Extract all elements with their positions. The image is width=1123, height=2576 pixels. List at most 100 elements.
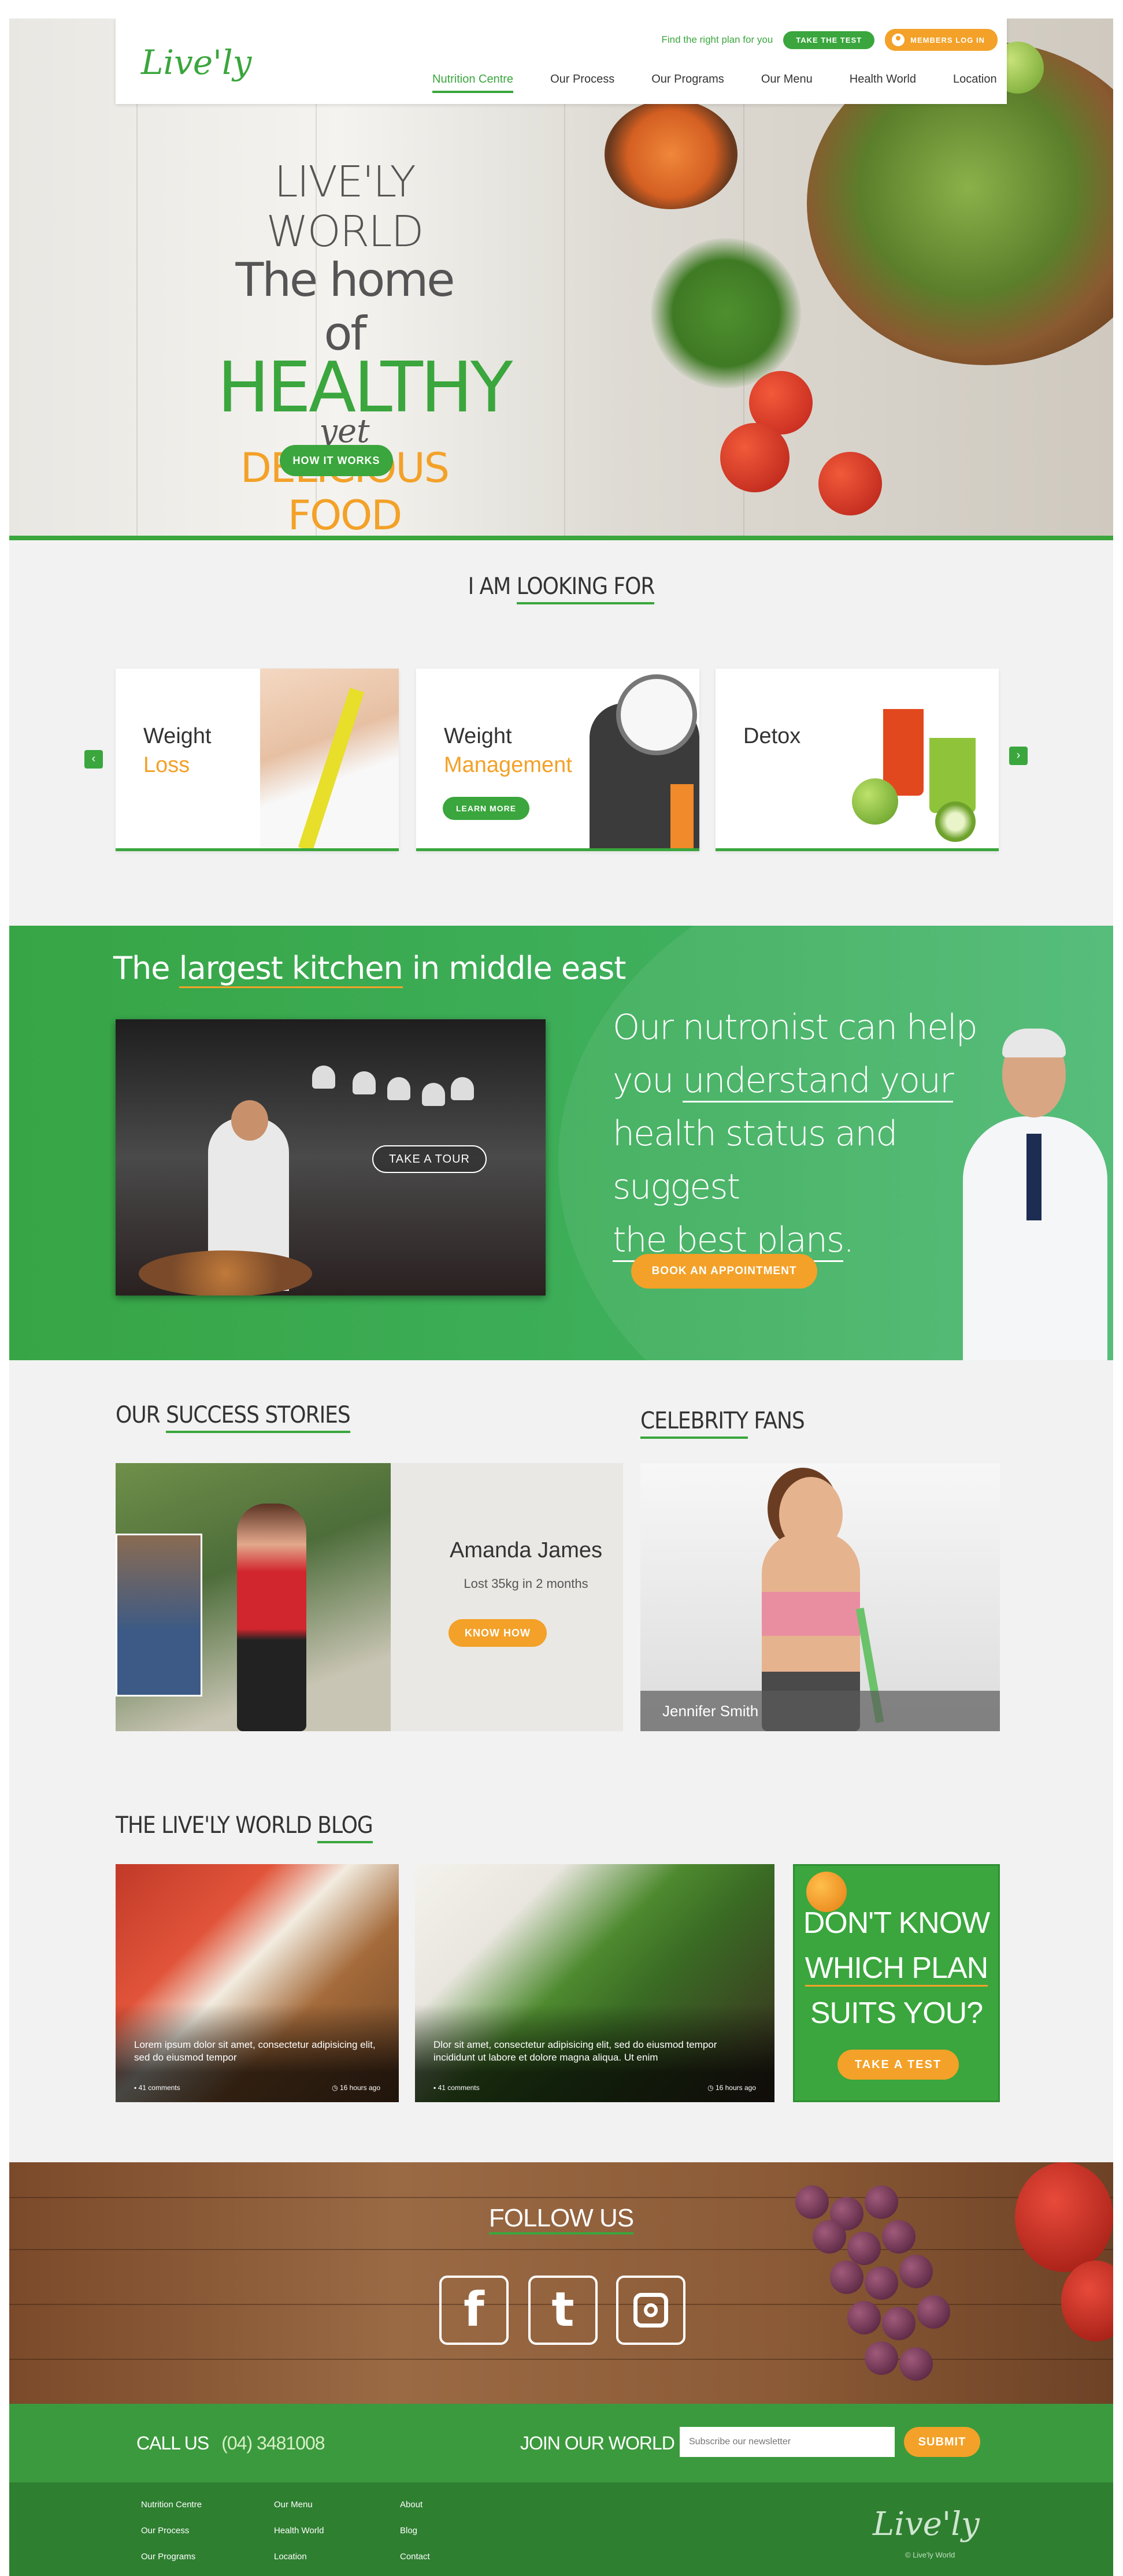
card-title-2: Management — [444, 753, 572, 777]
know-how-button[interactable]: KNOW HOW — [449, 1619, 547, 1647]
plan-quiz-card: DON'T KNOW WHICH PLAN SUITS YOU? TAKE A … — [793, 1864, 1000, 2102]
celebrity-card[interactable]: Jennifer Smith — [640, 1463, 1000, 1731]
facebook-icon[interactable]: f — [439, 2276, 509, 2345]
instagram-icon[interactable] — [616, 2276, 685, 2345]
kitchen-title-b: largest kitchen — [179, 950, 403, 988]
take-a-test-button[interactable]: TAKE A TEST — [837, 2050, 959, 2080]
after-photo — [237, 1504, 306, 1731]
nav-location[interactable]: Location — [953, 73, 997, 93]
scale-dial-image — [616, 674, 697, 755]
blog-post-excerpt: Dlor sit amet, consectetur adipisicing e… — [433, 2039, 717, 2063]
follow-us-section: FOLLOW US f t — [9, 2162, 1113, 2404]
user-icon — [892, 34, 905, 46]
post-time: ◷ 16 hours ago — [707, 2084, 756, 2092]
blog-post-excerpt: Lorem ipsum dolor sit amet, consectetur … — [134, 2039, 376, 2063]
nav-health-world[interactable]: Health World — [850, 73, 916, 93]
hero-line-1: LIVE'LY WORLD — [266, 157, 424, 257]
story-name: Amanda James — [449, 1538, 602, 1562]
follow-us-title: FOLLOW US — [9, 2204, 1113, 2234]
shrimp-bowl-image — [605, 99, 737, 209]
nutritionist-text: Our nutronist can help you understand yo… — [613, 1001, 983, 1267]
blog-post[interactable]: Dlor sit amet, consectetur adipisicing e… — [415, 1864, 774, 2102]
footer-logo[interactable]: Live'ly — [873, 2506, 980, 2543]
food-plate-image — [139, 1250, 312, 1296]
kitchen-title: The largest kitchen in middle east — [113, 950, 627, 988]
hero-line-2: The home of — [235, 253, 455, 361]
submit-button[interactable]: SUBMIT — [904, 2427, 980, 2457]
green-apple-image — [852, 778, 898, 825]
kitchen-nutritionist-band: The largest kitchen in middle east TAKE … — [9, 926, 1113, 1360]
blog-title: THE LIVE'LY WORLD BLOG — [116, 1812, 373, 1843]
footer-links: Nutrition Centre Our Process Our Program… — [9, 2482, 1113, 2576]
footer-link[interactable]: Our Menu — [274, 2500, 324, 2510]
comments-count[interactable]: ▪ 41 comments — [134, 2084, 180, 2092]
card-title-1: Detox — [743, 724, 801, 748]
post-time: ◷ 16 hours ago — [332, 2084, 380, 2092]
nav-our-process[interactable]: Our Process — [550, 73, 614, 93]
logo[interactable]: Live'ly — [141, 43, 251, 82]
hero-headline: LIVE'LY WORLD The home of HEALTHY yet DE… — [217, 157, 513, 539]
kitchen-image: TAKE A TOUR — [116, 1019, 546, 1296]
before-photo — [116, 1534, 202, 1697]
footer-col-1: Nutrition Centre Our Process Our Program… — [141, 2500, 202, 2576]
chef-head-image — [231, 1100, 268, 1141]
story-photo — [116, 1463, 391, 1731]
nutri-line-1: Our nutronist can help — [613, 1007, 978, 1048]
footer-link[interactable]: Location — [274, 2552, 324, 2562]
carousel-next-button[interactable]: › — [1009, 747, 1028, 765]
footer-link[interactable]: Our Programs — [141, 2552, 202, 2562]
tomato-image — [818, 452, 882, 515]
cilantro-image — [651, 238, 801, 388]
card-weight-loss[interactable]: Weight Loss — [116, 669, 399, 851]
footer-link[interactable]: Our Process — [141, 2526, 202, 2536]
card-title-1: Weight — [143, 724, 212, 748]
cucumber-image — [935, 801, 976, 842]
blog-post-meta: ▪ 41 comments ◷ 16 hours ago — [433, 2084, 756, 2092]
carousel-prev-button[interactable]: ‹ — [84, 750, 103, 769]
main-nav: Nutrition Centre Our Process Our Program… — [432, 73, 997, 93]
success-stories-title: OUR SUCCESS STORIES — [116, 1402, 351, 1433]
page: Live'ly Find the right plan for you TAKE… — [9, 18, 1113, 2576]
book-appointment-button[interactable]: BOOK AN APPOINTMENT — [631, 1254, 817, 1289]
juice-glass-image — [670, 784, 694, 848]
take-a-tour-button[interactable]: TAKE A TOUR — [372, 1145, 487, 1173]
footer-link[interactable]: About — [400, 2500, 430, 2510]
twitter-icon[interactable]: t — [528, 2276, 598, 2345]
footer-link[interactable]: Nutrition Centre — [141, 2500, 202, 2510]
nutri-line-2: you understand your — [613, 1054, 983, 1107]
call-us-label: CALL US — [136, 2433, 209, 2453]
blog-post[interactable]: Lorem ipsum dolor sit amet, consectetur … — [116, 1864, 399, 2102]
blog-post-meta: ▪ 41 comments ◷ 16 hours ago — [134, 2084, 380, 2092]
tomato-image — [720, 423, 790, 492]
footer-link[interactable]: Health World — [274, 2526, 324, 2536]
footer-col-3: About Blog Contact — [400, 2500, 430, 2576]
looking-title-a: I AM — [468, 573, 517, 600]
card-detox[interactable]: Detox — [716, 669, 999, 851]
phone-number[interactable]: (04) 3481008 — [221, 2433, 325, 2453]
kitchen-title-c: in middle east — [402, 950, 627, 986]
card-weight-management[interactable]: Weight Management LEARN MORE — [416, 669, 699, 851]
doctor-image — [957, 1024, 1113, 1360]
footer-contact-bar: CALL US (04) 3481008 JOIN OUR WORLD SUBMI… — [9, 2404, 1113, 2482]
card-title-2: Loss — [143, 753, 190, 777]
nav-our-programs[interactable]: Our Programs — [651, 73, 724, 93]
take-test-button[interactable]: TAKE THE TEST — [783, 31, 875, 49]
comments-count[interactable]: ▪ 41 comments — [433, 2084, 480, 2092]
footer-link[interactable]: Contact — [400, 2552, 430, 2562]
plan-question: DON'T KNOW WHICH PLAN SUITS YOU? — [803, 1906, 991, 2030]
looking-for-title: I AM LOOKING FOR — [9, 573, 1113, 604]
footer-link[interactable]: Blog — [400, 2526, 430, 2536]
nav-our-menu[interactable]: Our Menu — [761, 73, 813, 93]
call-us: CALL US (04) 3481008 — [136, 2433, 325, 2454]
hero-divider — [9, 536, 1113, 540]
red-apple-image — [1061, 2261, 1113, 2341]
learn-more-button[interactable]: LEARN MORE — [443, 797, 529, 820]
members-login-label: MEMBERS LOG IN — [910, 35, 985, 44]
nav-nutrition-centre[interactable]: Nutrition Centre — [432, 73, 514, 93]
members-login-button[interactable]: MEMBERS LOG IN — [885, 29, 998, 51]
card-title-1: Weight — [444, 724, 512, 748]
newsletter-input[interactable] — [680, 2427, 895, 2457]
how-it-works-button[interactable]: HOW IT WORKS — [280, 445, 393, 476]
copyright: © Live'ly World — [905, 2551, 955, 2559]
success-story-card: Amanda James Lost 35kg in 2 months KNOW … — [116, 1463, 623, 1731]
